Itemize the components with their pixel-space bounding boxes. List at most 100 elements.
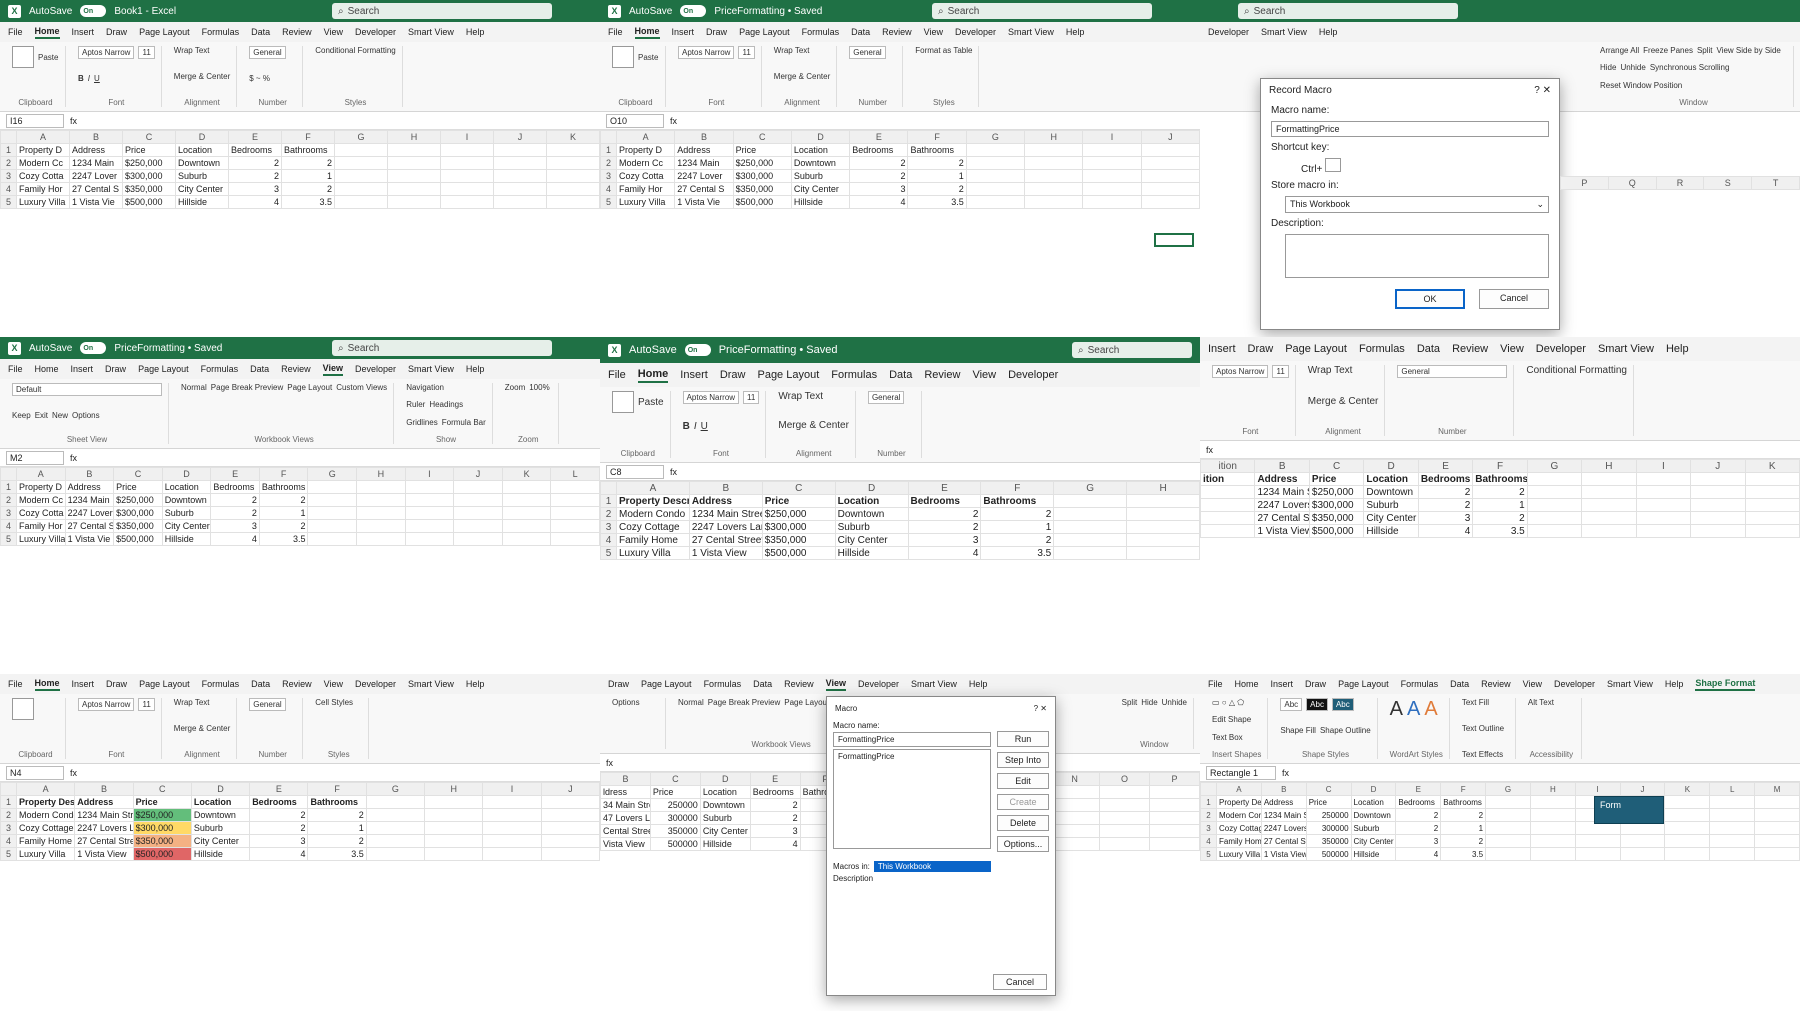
name-box[interactable]: N4: [6, 765, 64, 780]
tab-formulas[interactable]: Formulas: [802, 27, 840, 37]
tab-developer[interactable]: Developer: [355, 27, 396, 37]
tab-insert[interactable]: Insert: [680, 369, 708, 381]
conditional-formatting-button[interactable]: Conditional Formatting: [315, 46, 395, 55]
options-button[interactable]: Options...: [997, 836, 1049, 852]
cancel-button[interactable]: Cancel: [1479, 289, 1549, 309]
macro-name-input[interactable]: FormattingPrice: [1271, 121, 1549, 137]
tab-view[interactable]: View: [324, 679, 343, 689]
tab-smart-view[interactable]: Smart View: [1607, 679, 1653, 689]
zoom-100-button[interactable]: 100%: [529, 383, 549, 392]
tab-formulas[interactable]: Formulas: [201, 364, 239, 374]
shortcut-key-input[interactable]: [1325, 158, 1342, 172]
autosave-toggle[interactable]: On: [80, 5, 107, 17]
gridlines-checkbox[interactable]: Gridlines: [406, 418, 438, 427]
zoom-button[interactable]: Zoom: [505, 383, 525, 392]
page-break-button[interactable]: Page Break Preview: [211, 383, 283, 392]
tab-developer[interactable]: Developer: [355, 679, 396, 689]
tab-developer[interactable]: Developer: [955, 27, 996, 37]
tab-file[interactable]: File: [1208, 679, 1223, 689]
table-row[interactable]: 3 Cozy Cotta 2247 Lover $300,000 Suburb 2 1: [0, 169, 600, 183]
tab-smart-view[interactable]: Smart View: [911, 679, 957, 689]
table-row[interactable]: 1Property DescriptionAddressPriceLocatio…: [0, 795, 600, 809]
tab-view[interactable]: View: [924, 27, 943, 37]
custom-views-button[interactable]: Custom Views: [336, 383, 387, 392]
tab-smart-view[interactable]: Smart View: [1261, 27, 1307, 37]
tab-file[interactable]: File: [8, 679, 23, 689]
macro-name-input[interactable]: FormattingPrice: [833, 732, 991, 747]
table-row[interactable]: 3 Cozy Cotta 2247 Lover $300,000 Suburb 2 1: [0, 506, 600, 520]
tab-smart-view[interactable]: Smart View: [1008, 27, 1054, 37]
paste-icon[interactable]: [12, 698, 34, 720]
tab-help[interactable]: Help: [1319, 27, 1338, 37]
font-size-select[interactable]: 11: [743, 391, 760, 404]
formula-bar-checkbox[interactable]: Formula Bar: [442, 418, 486, 427]
wordart-black[interactable]: A: [1390, 698, 1403, 721]
tab-draw[interactable]: Draw: [105, 364, 126, 374]
new-view-button[interactable]: New: [52, 411, 68, 420]
tab-review[interactable]: Review: [1481, 679, 1511, 689]
tab-home[interactable]: Home: [1235, 679, 1259, 689]
wrap-text-button[interactable]: Wrap Text: [774, 46, 810, 55]
tab-file[interactable]: File: [8, 364, 23, 374]
style-abc-2[interactable]: Abc: [1306, 698, 1328, 711]
headings-checkbox[interactable]: Headings: [429, 400, 463, 409]
shapes-gallery-icon[interactable]: ▭ ○ △ ⬠: [1212, 698, 1244, 707]
font-size-select[interactable]: 11: [1272, 365, 1289, 378]
tab-data[interactable]: Data: [250, 364, 269, 374]
tab-page-layout[interactable]: Page Layout: [139, 27, 190, 37]
delete-button[interactable]: Delete: [997, 815, 1049, 831]
paste-icon[interactable]: [12, 46, 34, 68]
tab-home[interactable]: Home: [34, 26, 60, 39]
tab-draw[interactable]: Draw: [106, 27, 127, 37]
arrange-all-button[interactable]: Arrange All: [1600, 46, 1639, 55]
tab-draw[interactable]: Draw: [706, 27, 727, 37]
tab-page-layout[interactable]: Page Layout: [138, 364, 189, 374]
table-row[interactable]: 2 Modern Cc 1234 Main $250,000 Downtown 2 2: [600, 156, 1200, 170]
tab-data[interactable]: Data: [251, 27, 270, 37]
bold-icon[interactable]: B: [683, 421, 690, 432]
sync-scroll-button[interactable]: Synchronous Scrolling: [1650, 63, 1730, 72]
tab-developer[interactable]: Developer: [1008, 369, 1058, 381]
tab-insert[interactable]: Insert: [1271, 679, 1294, 689]
table-row[interactable]: 5 Luxury Villa 1 Vista View 500000 Hillside 4…: [1200, 847, 1800, 861]
tab-file[interactable]: File: [608, 27, 623, 37]
tab-formulas[interactable]: Formulas: [202, 679, 240, 689]
table-row[interactable]: 1Property DescriptionAddressPriceLocatio…: [600, 494, 1200, 508]
table-row[interactable]: 4 Family Hor 27 Cental S $350,000 City Cente…: [600, 182, 1200, 196]
table-row[interactable]: 5 Luxury Villa 1 Vista Vie $500,000 Hillside…: [600, 195, 1200, 209]
tab-page-layout[interactable]: Page Layout: [757, 369, 819, 381]
table-row[interactable]: 4Family Home27 Cental Street$350,000City…: [0, 834, 600, 848]
description-textarea[interactable]: [1285, 234, 1549, 278]
name-box[interactable]: I16: [6, 113, 64, 128]
wrap-text-button[interactable]: Wrap Text: [1308, 365, 1353, 376]
tab-home[interactable]: Home: [634, 26, 660, 39]
table-row[interactable]: 2Modern Condo1234 Main Street250000Downt…: [1200, 808, 1800, 822]
tab-page-layout[interactable]: Page Layout: [641, 679, 692, 689]
table-row[interactable]: 2Modern Condo1234 Main Street$250,000Dow…: [0, 808, 600, 822]
table-row[interactable]: 2 Modern Cc 1234 Main $250,000 Downtown 2 2: [0, 156, 600, 170]
cell-styles-button[interactable]: Cell Styles: [315, 698, 353, 707]
tab-file[interactable]: File: [8, 27, 23, 37]
tab-help[interactable]: Help: [466, 27, 485, 37]
conditional-formatting-button[interactable]: Conditional Formatting: [1526, 365, 1627, 376]
form-rectangle-shape[interactable]: Form: [1594, 796, 1664, 824]
tab-view[interactable]: View: [322, 363, 344, 376]
paste-icon[interactable]: [612, 46, 634, 68]
tab-insert[interactable]: Insert: [72, 27, 95, 37]
tab-formulas[interactable]: Formulas: [704, 679, 742, 689]
tab-developer[interactable]: Developer: [1554, 679, 1595, 689]
tab-draw[interactable]: Draw: [106, 679, 127, 689]
table-row[interactable]: 4Family Home27 Cental Street$350,000City…: [600, 533, 1200, 547]
font-name-select[interactable]: Aptos Narrow: [78, 46, 135, 59]
font-name-select[interactable]: Aptos Narrow: [78, 698, 135, 711]
freeze-panes-button[interactable]: Freeze Panes: [1643, 46, 1693, 55]
underline-icon[interactable]: U: [701, 421, 708, 432]
tab-insert[interactable]: Insert: [672, 27, 695, 37]
tab-insert[interactable]: Insert: [72, 679, 95, 689]
format-as-table-button[interactable]: Format as Table: [915, 46, 972, 55]
edit-button[interactable]: Edit: [997, 773, 1049, 789]
tab-help[interactable]: Help: [466, 679, 485, 689]
close-icon[interactable]: ✕: [1543, 85, 1551, 96]
table-row[interactable]: 2247 Lovers Lane$300,000Suburb21: [1200, 498, 1800, 512]
name-box[interactable]: M2: [6, 450, 64, 465]
